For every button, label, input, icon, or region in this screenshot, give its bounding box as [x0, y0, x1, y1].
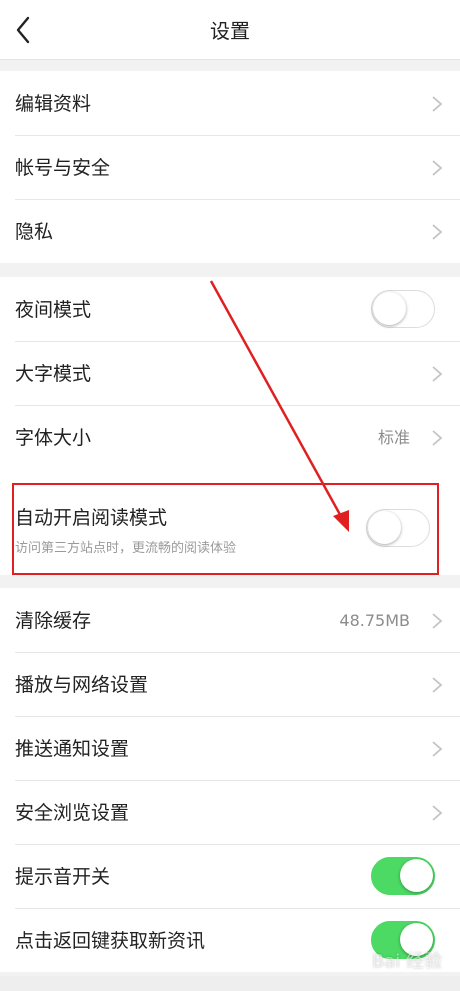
font-size-value: 标准: [377, 428, 410, 447]
account-security-row[interactable]: 帐号与安全: [0, 135, 460, 199]
night-mode-toggle[interactable]: [371, 290, 435, 328]
font-size-label: 字体大小: [15, 427, 92, 449]
night-mode-label: 夜间模式: [15, 299, 92, 321]
privacy-row[interactable]: 隐私: [0, 199, 460, 263]
chevron-right-icon: [432, 224, 443, 240]
playback-network-label: 播放与网络设置: [15, 674, 149, 696]
sound-row: 提示音开关: [0, 844, 460, 908]
page-title: 设置: [210, 19, 250, 43]
back-refresh-label: 点击返回键获取新资讯: [15, 930, 206, 952]
chevron-right-icon: [432, 430, 443, 446]
chevron-right-icon: [432, 613, 443, 629]
safe-browsing-row[interactable]: 安全浏览设置: [0, 780, 460, 844]
bottom-strip: [0, 976, 460, 991]
settings-page: 设置 编辑资料 帐号与安全 隐私 夜间模式 大字模式 字体大小 标准 自动开启阅…: [0, 0, 460, 991]
chevron-right-icon: [432, 805, 443, 821]
privacy-label: 隐私: [15, 221, 54, 243]
chevron-right-icon: [432, 677, 443, 693]
push-notification-row[interactable]: 推送通知设置: [0, 716, 460, 780]
highlight-box: [12, 483, 439, 575]
chevron-right-icon: [432, 160, 443, 176]
clear-cache-label: 清除缓存: [15, 610, 92, 632]
edit-profile-label: 编辑资料: [15, 93, 92, 115]
watermark: Bai 经验: [371, 951, 442, 972]
large-font-label: 大字模式: [15, 363, 92, 385]
chevron-right-icon: [432, 366, 443, 382]
large-font-row[interactable]: 大字模式: [0, 341, 460, 405]
playback-network-row[interactable]: 播放与网络设置: [0, 652, 460, 716]
display-group: 夜间模式 大字模式 字体大小 标准: [0, 277, 460, 469]
account-group: 编辑资料 帐号与安全 隐私: [0, 71, 460, 263]
safe-browsing-label: 安全浏览设置: [15, 802, 130, 824]
toggle-knob: [373, 292, 406, 325]
toggle-knob: [400, 859, 433, 892]
sound-toggle[interactable]: [371, 857, 435, 895]
night-mode-row: 夜间模式: [0, 277, 460, 341]
edit-profile-row[interactable]: 编辑资料: [0, 71, 460, 135]
cache-size-value: 48.75MB: [339, 611, 410, 630]
account-security-label: 帐号与安全: [15, 157, 111, 179]
clear-cache-row[interactable]: 清除缓存 48.75MB: [0, 588, 460, 652]
chevron-right-icon: [432, 741, 443, 757]
chevron-right-icon: [432, 96, 443, 112]
header-bar: 设置: [0, 0, 460, 60]
general-group: 清除缓存 48.75MB 播放与网络设置 推送通知设置 安全浏览设置 提示音开关…: [0, 588, 460, 972]
font-size-row[interactable]: 字体大小 标准: [0, 405, 460, 469]
push-notification-label: 推送通知设置: [15, 738, 130, 760]
sound-label: 提示音开关: [15, 866, 111, 888]
